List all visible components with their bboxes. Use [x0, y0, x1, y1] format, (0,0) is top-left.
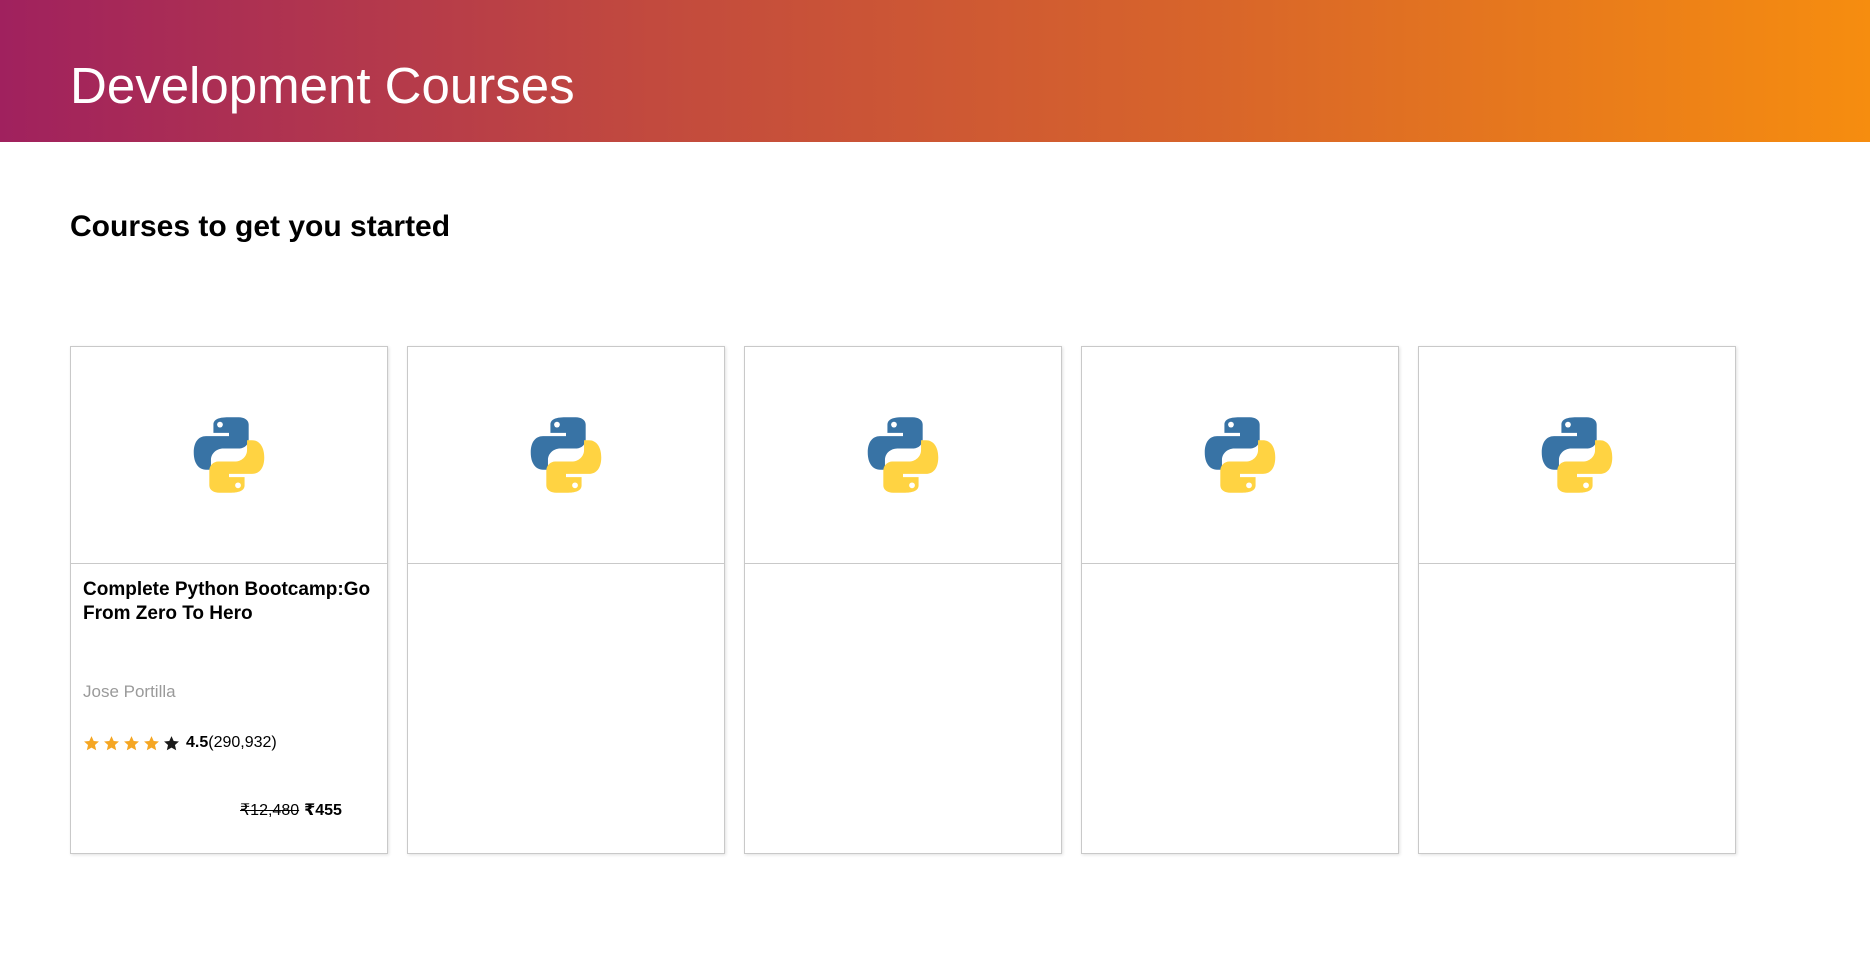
- course-info: [1419, 564, 1735, 854]
- course-thumbnail: [1419, 347, 1735, 564]
- course-price: ₹12,480 ₹455: [240, 800, 342, 820]
- rating-value: 4.5: [186, 734, 209, 751]
- section-title: Courses to get you started: [70, 210, 451, 243]
- course-info: [408, 564, 724, 854]
- course-thumbnail: [1082, 347, 1398, 564]
- header-banner: Development Courses: [0, 0, 1870, 142]
- course-card[interactable]: [407, 346, 725, 854]
- course-card[interactable]: [1081, 346, 1399, 854]
- python-logo-icon: [530, 417, 602, 493]
- course-author: Jose Portilla: [83, 682, 176, 701]
- python-logo-icon: [1541, 417, 1613, 493]
- course-rating: 4.5 (290,932): [83, 734, 277, 752]
- star-filled-icon: [84, 735, 99, 750]
- course-info: [1082, 564, 1398, 854]
- star-empty-icon: [164, 735, 179, 750]
- star-filled-icon: [144, 735, 159, 750]
- course-thumbnail: [71, 347, 387, 564]
- original-price: ₹12,480: [240, 802, 300, 819]
- course-info: [745, 564, 1061, 854]
- course-title[interactable]: Complete Python Bootcamp:Go From Zero To…: [83, 578, 373, 625]
- star-filled-icon: [104, 735, 119, 750]
- course-thumbnail: [408, 347, 724, 564]
- course-thumbnail: [745, 347, 1061, 564]
- python-logo-icon: [867, 417, 939, 493]
- rating-count: (290,932): [208, 734, 277, 751]
- python-logo-icon: [193, 417, 265, 493]
- course-card-list: Complete Python Bootcamp:Go From Zero To…: [70, 346, 1736, 854]
- course-card[interactable]: [744, 346, 1062, 854]
- python-logo-icon: [1204, 417, 1276, 493]
- rating-stars: [83, 735, 180, 752]
- page-title: Development Courses: [70, 57, 575, 114]
- star-filled-icon: [124, 735, 139, 750]
- course-card[interactable]: Complete Python Bootcamp:Go From Zero To…: [70, 346, 388, 854]
- course-info: Complete Python Bootcamp:Go From Zero To…: [71, 564, 387, 854]
- course-card[interactable]: [1418, 346, 1736, 854]
- discounted-price: ₹455: [304, 802, 342, 819]
